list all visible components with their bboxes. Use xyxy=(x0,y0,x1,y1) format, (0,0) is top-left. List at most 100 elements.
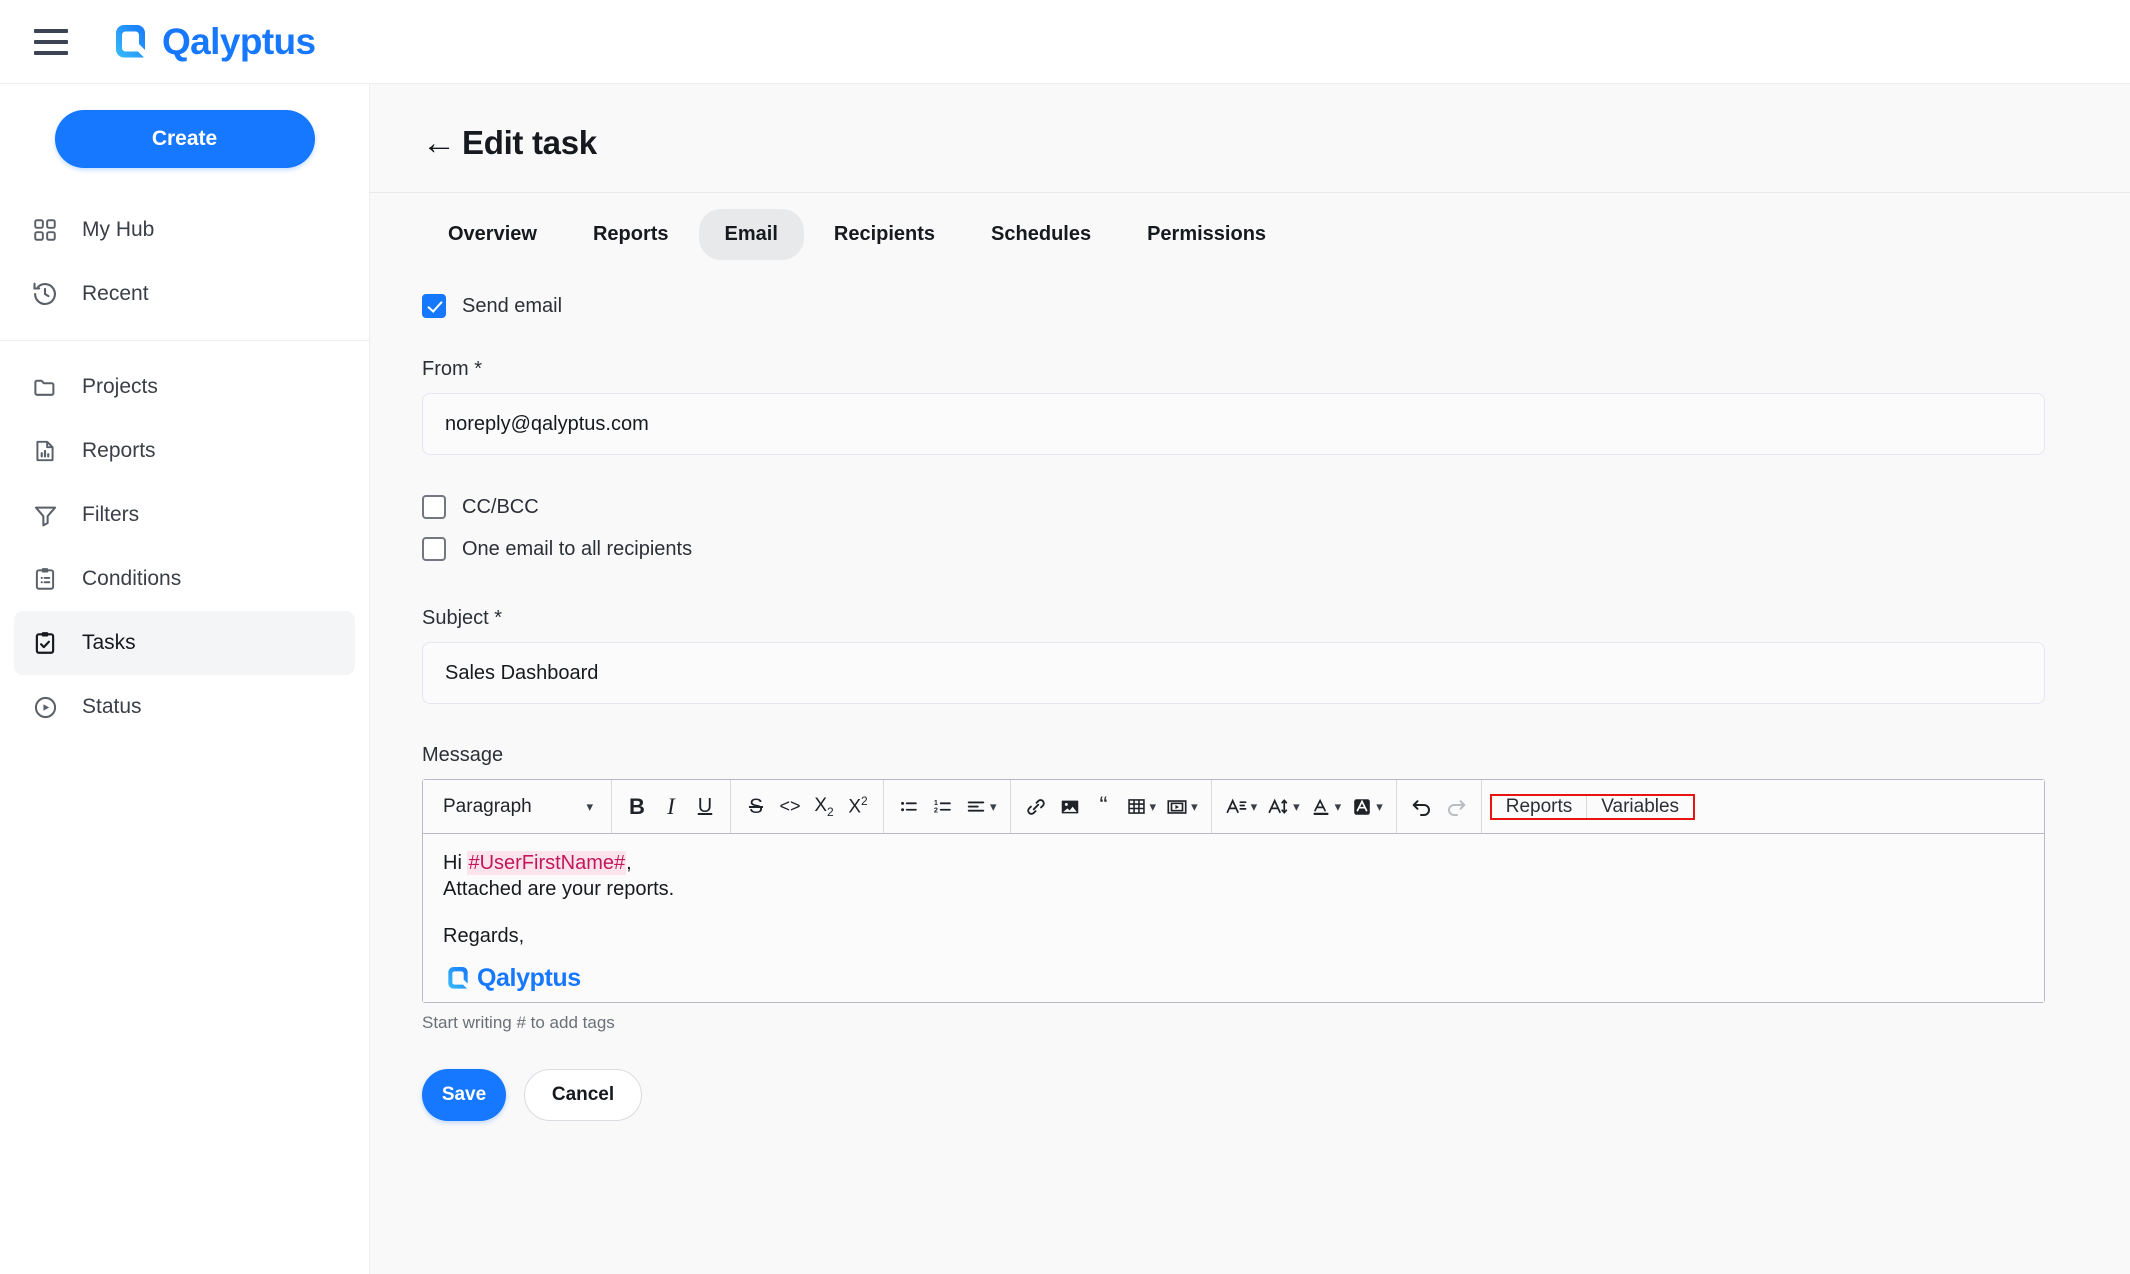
send-email-row: Send email xyxy=(422,294,2130,318)
message-line-3: Regards, xyxy=(443,924,525,947)
message-body[interactable]: Hi #UserFirstName#, Attached are your re… xyxy=(423,834,2044,1002)
funnel-icon xyxy=(30,500,60,530)
tab-overview[interactable]: Overview xyxy=(422,209,563,260)
italic-icon[interactable]: I xyxy=(654,787,688,827)
sidebar-divider xyxy=(0,340,369,341)
subscript-icon[interactable]: X2 xyxy=(807,787,841,827)
chevron-down-icon: ▾ xyxy=(1149,798,1157,814)
sidebar-item-status[interactable]: Status xyxy=(14,675,355,739)
hamburger-menu-icon[interactable] xyxy=(34,28,68,55)
sidebar-item-label: Recent xyxy=(82,282,149,305)
toolbar-group-basic: B I U xyxy=(612,780,731,833)
top-bar: Qalyptus xyxy=(0,0,2130,84)
toolbar-group-script: S <> X2 X2 xyxy=(731,780,884,833)
editor-hint: Start writing # to add tags xyxy=(422,1013,615,1032)
undo-icon[interactable] xyxy=(1405,787,1439,827)
message-label: Message xyxy=(422,744,504,766)
sidebar-item-projects[interactable]: Projects xyxy=(14,355,355,419)
sidebar-item-my-hub[interactable]: My Hub xyxy=(14,198,355,262)
sidebar-item-tasks[interactable]: Tasks xyxy=(14,611,355,675)
send-email-checkbox[interactable] xyxy=(422,294,446,318)
history-clock-icon xyxy=(30,279,60,309)
insert-reports-button[interactable]: Reports xyxy=(1492,796,1587,818)
page-title-row: ← Edit task xyxy=(422,124,2130,162)
page-header: ← Edit task xyxy=(370,84,2130,162)
sidebar-group-secondary: Projects Reports Filters Conditions Task… xyxy=(0,355,369,739)
qalyptus-mark-icon xyxy=(443,963,473,993)
subject-input[interactable] xyxy=(422,642,2045,704)
folder-icon xyxy=(30,372,60,402)
tab-recipients[interactable]: Recipients xyxy=(808,209,961,260)
sidebar-item-reports[interactable]: Reports xyxy=(14,419,355,483)
redo-icon[interactable] xyxy=(1439,787,1473,827)
sidebar-item-conditions[interactable]: Conditions xyxy=(14,547,355,611)
one-email-row: One email to all recipients xyxy=(422,537,2130,561)
form-actions: Save Cancel xyxy=(422,1069,2130,1121)
sidebar-item-filters[interactable]: Filters xyxy=(14,483,355,547)
ccbcc-label: CC/BCC xyxy=(462,495,539,518)
one-email-label: One email to all recipients xyxy=(462,537,693,560)
insert-variables-button[interactable]: Variables xyxy=(1586,795,1693,818)
chevron-down-icon: ▾ xyxy=(586,798,593,814)
toolbar-group-custom: Reports Variables xyxy=(1482,780,1703,833)
sidebar-item-label: Filters xyxy=(82,503,140,526)
create-button[interactable]: Create xyxy=(54,110,315,168)
media-icon[interactable]: ▾ xyxy=(1161,787,1203,827)
one-email-checkbox[interactable] xyxy=(422,537,446,561)
toolbar-group-insert: “ ▾ ▾ xyxy=(1011,780,1212,833)
text-color-icon[interactable]: ▾ xyxy=(1305,787,1347,827)
custom-insert-group: Reports Variables xyxy=(1489,793,1696,820)
toolbar-group-end xyxy=(1703,780,1719,833)
link-icon[interactable] xyxy=(1019,787,1053,827)
tab-permissions[interactable]: Permissions xyxy=(1121,209,1292,260)
grid-icon xyxy=(30,215,60,245)
blockquote-icon[interactable]: “ xyxy=(1087,787,1121,827)
code-icon[interactable]: <> xyxy=(773,787,807,827)
highlight-icon[interactable]: ▾ xyxy=(1346,787,1388,827)
chevron-down-icon: ▾ xyxy=(1376,798,1383,814)
chevron-down-icon: ▾ xyxy=(1250,798,1258,814)
send-email-label: Send email xyxy=(462,294,563,317)
page-title: Edit task xyxy=(462,124,597,161)
save-button[interactable]: Save xyxy=(422,1069,506,1121)
strikethrough-icon[interactable]: S xyxy=(739,787,773,827)
email-settings-form: Send email From * CC/BCC One email to al… xyxy=(370,260,2130,1121)
bullet-list-icon[interactable] xyxy=(892,787,926,827)
tab-email[interactable]: Email xyxy=(698,209,804,260)
superscript-icon[interactable]: X2 xyxy=(841,787,875,827)
chevron-down-icon: ▾ xyxy=(990,798,997,814)
tab-bar: Overview Reports Email Recipients Schedu… xyxy=(370,193,2130,260)
message-line-2: Attached are your reports. xyxy=(443,878,675,901)
sidebar-group-primary: My Hub Recent xyxy=(0,198,369,326)
image-icon[interactable] xyxy=(1053,787,1087,827)
brand-name: Qalyptus xyxy=(162,21,316,62)
sidebar-item-label: My Hub xyxy=(82,218,155,241)
table-icon[interactable]: ▾ xyxy=(1121,787,1162,827)
paragraph-style-select[interactable]: Paragraph ▾ xyxy=(431,787,603,827)
underline-icon[interactable]: U xyxy=(688,787,722,827)
font-family-icon[interactable]: ▾ xyxy=(1220,787,1263,827)
sidebar-item-label: Conditions xyxy=(82,567,182,590)
ccbcc-checkbox[interactable] xyxy=(422,495,446,519)
signature-logo: Qalyptus xyxy=(443,963,2024,993)
font-size-icon[interactable]: ▾ xyxy=(1262,787,1305,827)
sidebar-item-recent[interactable]: Recent xyxy=(14,262,355,326)
chevron-down-icon: ▾ xyxy=(1293,798,1300,814)
greeting-prefix: Hi xyxy=(443,852,468,874)
svg-text:2: 2 xyxy=(934,805,938,814)
chevron-down-icon: ▾ xyxy=(1334,798,1342,814)
sidebar-item-label: Status xyxy=(82,695,142,718)
from-input[interactable] xyxy=(422,393,2045,455)
tab-schedules[interactable]: Schedules xyxy=(965,209,1117,260)
clipboard-list-icon xyxy=(30,564,60,594)
editor-toolbar: Paragraph ▾ B I U S <> X2 X2 1 2 ▾ “ ▾ ▾… xyxy=(423,780,2044,834)
tab-reports[interactable]: Reports xyxy=(567,209,695,260)
align-icon[interactable]: ▾ xyxy=(960,787,1002,827)
variable-tag: #UserFirstName# xyxy=(467,851,627,875)
bold-icon[interactable]: B xyxy=(620,787,654,827)
numbered-list-icon[interactable]: 1 2 xyxy=(926,787,960,827)
back-arrow-icon[interactable]: ← xyxy=(422,126,456,160)
rich-text-editor: Paragraph ▾ B I U S <> X2 X2 1 2 ▾ “ ▾ ▾… xyxy=(422,779,2045,1003)
cancel-button[interactable]: Cancel xyxy=(524,1069,642,1121)
qalyptus-mark-icon xyxy=(108,19,153,64)
